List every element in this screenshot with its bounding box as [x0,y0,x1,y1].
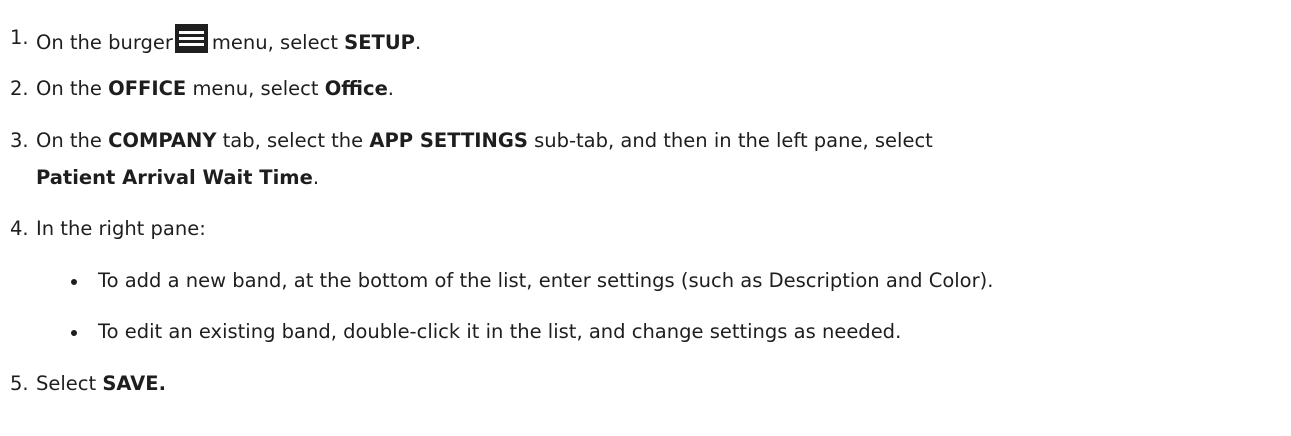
office-menu-label: OFFICE [108,77,187,100]
office-label: Office [324,77,388,100]
app-settings-label: APP SETTINGS [369,129,528,152]
step-number: 2. [10,77,29,100]
step-text: In the right pane: [36,217,206,240]
step-text: On the OFFICE menu, select Office. [36,77,394,100]
step-text: On the burger menu, select SETUP. [36,24,1276,57]
burger-menu-icon [174,24,208,53]
step-number: 4. [10,217,29,240]
step-number: 3. [10,129,29,152]
step-number: 1. [10,26,29,49]
company-tab-label: COMPANY [108,129,217,152]
bullet-icon [71,330,77,336]
step-number: 5. [10,372,29,395]
bullet-icon [71,279,77,285]
step-text: On the COMPANY tab, select the APP SETTI… [36,129,933,189]
patient-arrival-wait-time-label: Patient Arrival Wait Time [36,166,313,189]
save-label: SAVE. [102,372,167,395]
setup-label: SETUP [344,31,415,54]
step-text: Select SAVE. [36,372,167,395]
